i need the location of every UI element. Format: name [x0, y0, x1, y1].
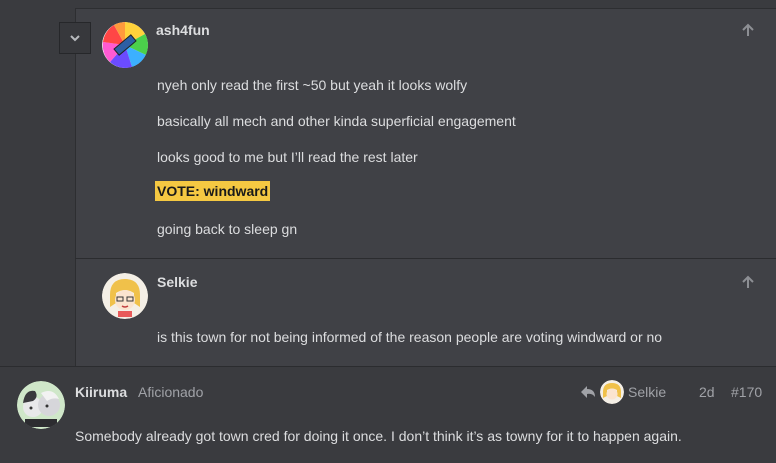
- post-age[interactable]: 2d: [699, 384, 715, 400]
- avatar-image: [102, 273, 148, 319]
- post-body: Somebody already got town cred for doing…: [75, 428, 682, 444]
- vote-highlight: VOTE: windward: [155, 181, 271, 201]
- reply-to-username[interactable]: Selkie: [628, 384, 666, 400]
- user-title: Aficionado: [138, 384, 204, 400]
- up-arrow-icon[interactable]: [741, 23, 755, 37]
- vote-line: VOTE: windward: [155, 181, 271, 201]
- post-number[interactable]: #170: [731, 384, 762, 400]
- avatar-image: [17, 381, 65, 429]
- avatar[interactable]: [102, 22, 148, 68]
- quote-text: is this town for not being informed of t…: [157, 329, 663, 345]
- divider: [75, 258, 776, 259]
- chevron-down-icon: [70, 35, 80, 42]
- up-arrow-icon[interactable]: [741, 275, 755, 289]
- quote-line: going back to sleep gn: [157, 221, 298, 237]
- avatar-image: [102, 22, 148, 68]
- reply-to-avatar[interactable]: [600, 380, 624, 404]
- quote-line: nyeh only read the first ~50 but yeah it…: [157, 77, 468, 93]
- avatar[interactable]: [102, 273, 148, 319]
- quote-line: basically all mech and other kinda super…: [157, 113, 516, 129]
- divider: [0, 366, 776, 367]
- quote-username[interactable]: ash4fun: [156, 22, 210, 38]
- collapse-quote-button[interactable]: [59, 22, 91, 54]
- post-username[interactable]: Kiiruma: [75, 384, 127, 400]
- avatar[interactable]: [17, 381, 65, 429]
- reply-arrow-icon[interactable]: [580, 385, 596, 399]
- quote-line: looks good to me but I’ll read the rest …: [157, 149, 418, 165]
- avatar-image: [600, 380, 624, 404]
- quote-username[interactable]: Selkie: [157, 274, 197, 290]
